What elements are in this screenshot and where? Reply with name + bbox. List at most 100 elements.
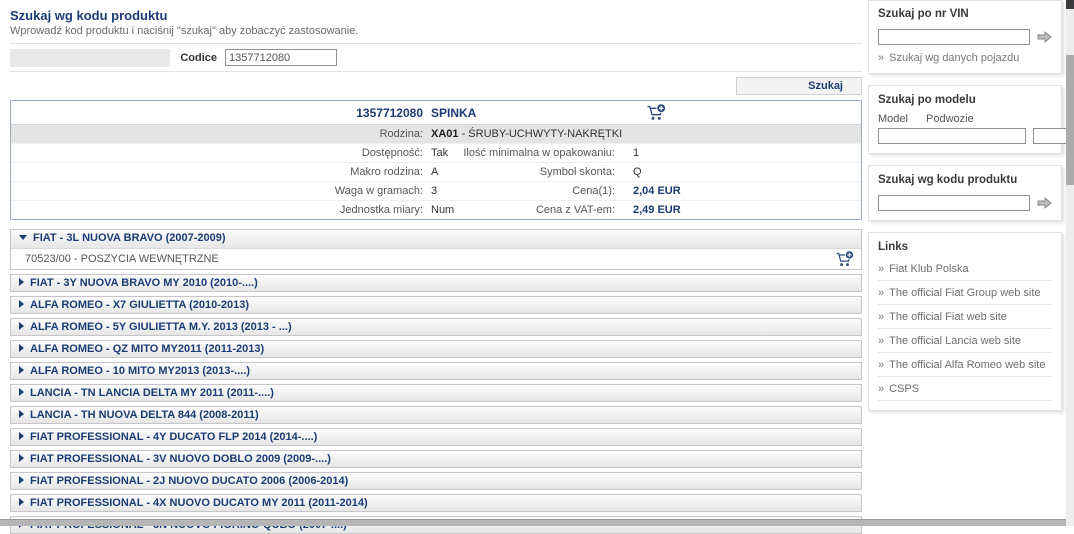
price-value: 2,04 EUR [633, 185, 681, 197]
field-label: Waga w gramach: [334, 185, 423, 197]
field-label: Symbol skonta: [539, 166, 615, 178]
field-label: Makro rodzina: [350, 166, 423, 178]
vehicle-label: FIAT PROFESSIONAL - 4X NUOVO DUCATO MY 2… [30, 497, 368, 509]
field-value: Num [431, 204, 455, 216]
vehicle-accordion[interactable]: ALFA ROMEO - 5Y GIULIETTA M.Y. 2013 (201… [10, 318, 862, 336]
code-label: Codice [180, 52, 217, 64]
vertical-scrollbar[interactable] [1066, 0, 1074, 526]
chevron-right-icon [19, 322, 24, 331]
page-title: Szukaj wg kodu produktu [10, 8, 168, 23]
external-link[interactable]: » The official Fiat web site [878, 305, 1052, 329]
chevron-right-icon [19, 476, 24, 485]
product-code-search-title: Szukaj wg kodu produktu [878, 174, 1018, 186]
model-search-card: Szukaj po modelu Model Podwozie [868, 85, 1074, 154]
vehicle-applicability-list: FIAT - 3L NUOVA BRAVO (2007-2009) 70523/… [10, 229, 862, 534]
main-content: Szukaj wg kodu produktu Wprowadź kod pro… [10, 0, 862, 534]
double-arrow-icon: » [878, 311, 885, 323]
bottom-bar [0, 519, 1066, 526]
double-arrow-icon: » [878, 359, 885, 371]
part-code: 1357712080 [356, 105, 423, 120]
vehicle-label: ALFA ROMEO - 10 MITO MY2013 (2013-....) [30, 365, 251, 377]
vehicle-label: LANCIA - TN LANCIA DELTA MY 2011 (2011-.… [30, 387, 274, 399]
vehicle-accordion[interactable]: ALFA ROMEO - QZ MITO MY2011 (2011-2013) [10, 340, 862, 358]
part-row: Jednostka miary: Num Cena z VAT-em: 2,49… [11, 200, 861, 219]
field-value: 1 [633, 147, 640, 159]
vehicle-label: LANCIA - TH NUOVA DELTA 844 (2008-2011) [30, 409, 259, 421]
chevron-down-icon [19, 234, 27, 240]
vehicle-label: FIAT PROFESSIONAL - 3V NUOVO DOBLO 2009 … [30, 453, 331, 465]
external-link[interactable]: » The official Alfa Romeo web site [878, 353, 1052, 377]
vehicle-label: FIAT PROFESSIONAL - 2J NUOVO DUCATO 2006… [30, 475, 349, 487]
vehicle-label: FIAT - 3L NUOVA BRAVO (2007-2009) [33, 232, 226, 244]
vehicle-label: ALFA ROMEO - QZ MITO MY2011 (2011-2013) [30, 343, 265, 355]
double-arrow-icon: » [878, 383, 885, 395]
price-value: 2,49 EUR [633, 204, 681, 216]
external-link[interactable]: » Fiat Klub Polska [878, 257, 1052, 281]
vin-search-card: Szukaj po nr VIN » Szukaj wg danych pojaz… [868, 0, 1062, 74]
vehicle-accordion[interactable]: FIAT PROFESSIONAL - 4Y DUCATO FLP 2014 (… [10, 428, 862, 446]
vehicle-accordion[interactable]: ALFA ROMEO - 10 MITO MY2013 (2013-....) [10, 362, 862, 380]
external-link[interactable]: » CSPS [878, 377, 1052, 401]
part-row-family: Rodzina: XA01 - ŚRUBY-UCHWYTY-NAKRĘTKI [11, 124, 861, 143]
field-label: Ilość minimalna w opakowaniu: [463, 147, 615, 159]
field-value: 3 [431, 185, 438, 197]
vin-input[interactable] [878, 29, 1030, 45]
model-search-title: Szukaj po modelu [878, 94, 976, 106]
vehicle-accordion[interactable]: FIAT PROFESSIONAL - 4X NUOVO DUCATO MY 2… [10, 494, 862, 512]
search-button[interactable]: Szukaj [736, 77, 862, 95]
add-to-cart-icon[interactable] [835, 250, 855, 275]
part-details-panel: 1357712080 SPINKA Rodzina: XA01 - ŚRUBY-… [10, 100, 862, 220]
scroll-up-button[interactable] [1066, 0, 1074, 9]
chevron-right-icon [19, 498, 24, 507]
chevron-right-icon [19, 278, 24, 287]
family-code: XA01 [431, 128, 459, 140]
part-row: Dostępność: Tak Ilość minimalna w opakow… [11, 143, 861, 162]
field-value: Q [633, 166, 642, 178]
double-arrow-icon: » [878, 335, 885, 347]
sub-item-label: 70523/00 - POSZYCIA WEWNĘTRZNE [25, 253, 219, 265]
part-header: 1357712080 SPINKA [11, 101, 861, 124]
part-row: Waga w gramach: 3 Cena(1): 2,04 EUR [11, 181, 861, 200]
double-arrow-icon: » [878, 52, 885, 64]
chassis-label: Podwozie [926, 113, 974, 125]
model-input[interactable] [878, 128, 1026, 144]
vehicle-accordion[interactable]: FIAT PROFESSIONAL - 3V NUOVO DOBLO 2009 … [10, 450, 862, 468]
chevron-right-icon [19, 300, 24, 309]
product-code-input[interactable] [225, 49, 337, 66]
vehicle-group-expanded: FIAT - 3L NUOVA BRAVO (2007-2009) 70523/… [10, 229, 862, 270]
vin-go-button[interactable] [1037, 31, 1052, 43]
divider [10, 71, 862, 72]
button-row: Szukaj [10, 74, 862, 100]
external-link[interactable]: » The official Fiat Group web site [878, 281, 1052, 305]
sidebar: Szukaj po nr VIN » Szukaj wg danych pojaz… [868, 0, 1074, 422]
vehicle-label: ALFA ROMEO - 5Y GIULIETTA M.Y. 2013 (201… [30, 321, 292, 333]
vehicle-data-search-link[interactable]: » Szukaj wg danych pojazdu [878, 52, 1052, 64]
vehicle-accordion[interactable]: ALFA ROMEO - X7 GIULIETTA (2010-2013) [10, 296, 862, 314]
double-arrow-icon: » [878, 263, 885, 275]
links-card: Links » Fiat Klub Polska » The official Fi… [868, 232, 1062, 411]
chevron-right-icon [19, 344, 24, 353]
model-label: Model [878, 113, 908, 125]
field-value: A [431, 166, 439, 178]
vehicle-accordion[interactable]: LANCIA - TH NUOVA DELTA 844 (2008-2011) [10, 406, 862, 424]
field-label: Jednostka miary: [339, 204, 423, 216]
divider [10, 43, 862, 44]
product-code-search-card: Szukaj wg kodu produktu [868, 165, 1062, 221]
chevron-right-icon [19, 388, 24, 397]
vehicle-label: ALFA ROMEO - X7 GIULIETTA (2010-2013) [30, 299, 250, 311]
family-description: - ŚRUBY-UCHWYTY-NAKRĘTKI [458, 128, 623, 140]
vehicle-accordion[interactable]: FIAT PROFESSIONAL - 2J NUOVO DUCATO 2006… [10, 472, 862, 490]
external-link[interactable]: » The official Lancia web site [878, 329, 1052, 353]
product-code-side-input[interactable] [878, 195, 1030, 211]
double-arrow-icon: » [878, 287, 885, 299]
scrollbar-thumb[interactable] [1066, 55, 1074, 185]
vehicle-accordion[interactable]: LANCIA - TN LANCIA DELTA MY 2011 (2011-.… [10, 384, 862, 402]
catalogue-sub-item[interactable]: 70523/00 - POSZYCIA WEWNĘTRZNE [11, 248, 861, 269]
vehicle-accordion[interactable]: FIAT - 3Y NUOVA BRAVO MY 2010 (2010-....… [10, 274, 862, 292]
add-to-cart-icon[interactable] [646, 103, 667, 125]
field-label: Dostępność: [361, 147, 423, 159]
vehicle-accordion-expanded[interactable]: FIAT - 3L NUOVA BRAVO (2007-2009) [11, 230, 861, 248]
chevron-right-icon [19, 366, 24, 375]
product-code-go-button[interactable] [1037, 197, 1052, 209]
chevron-right-icon [19, 432, 24, 441]
